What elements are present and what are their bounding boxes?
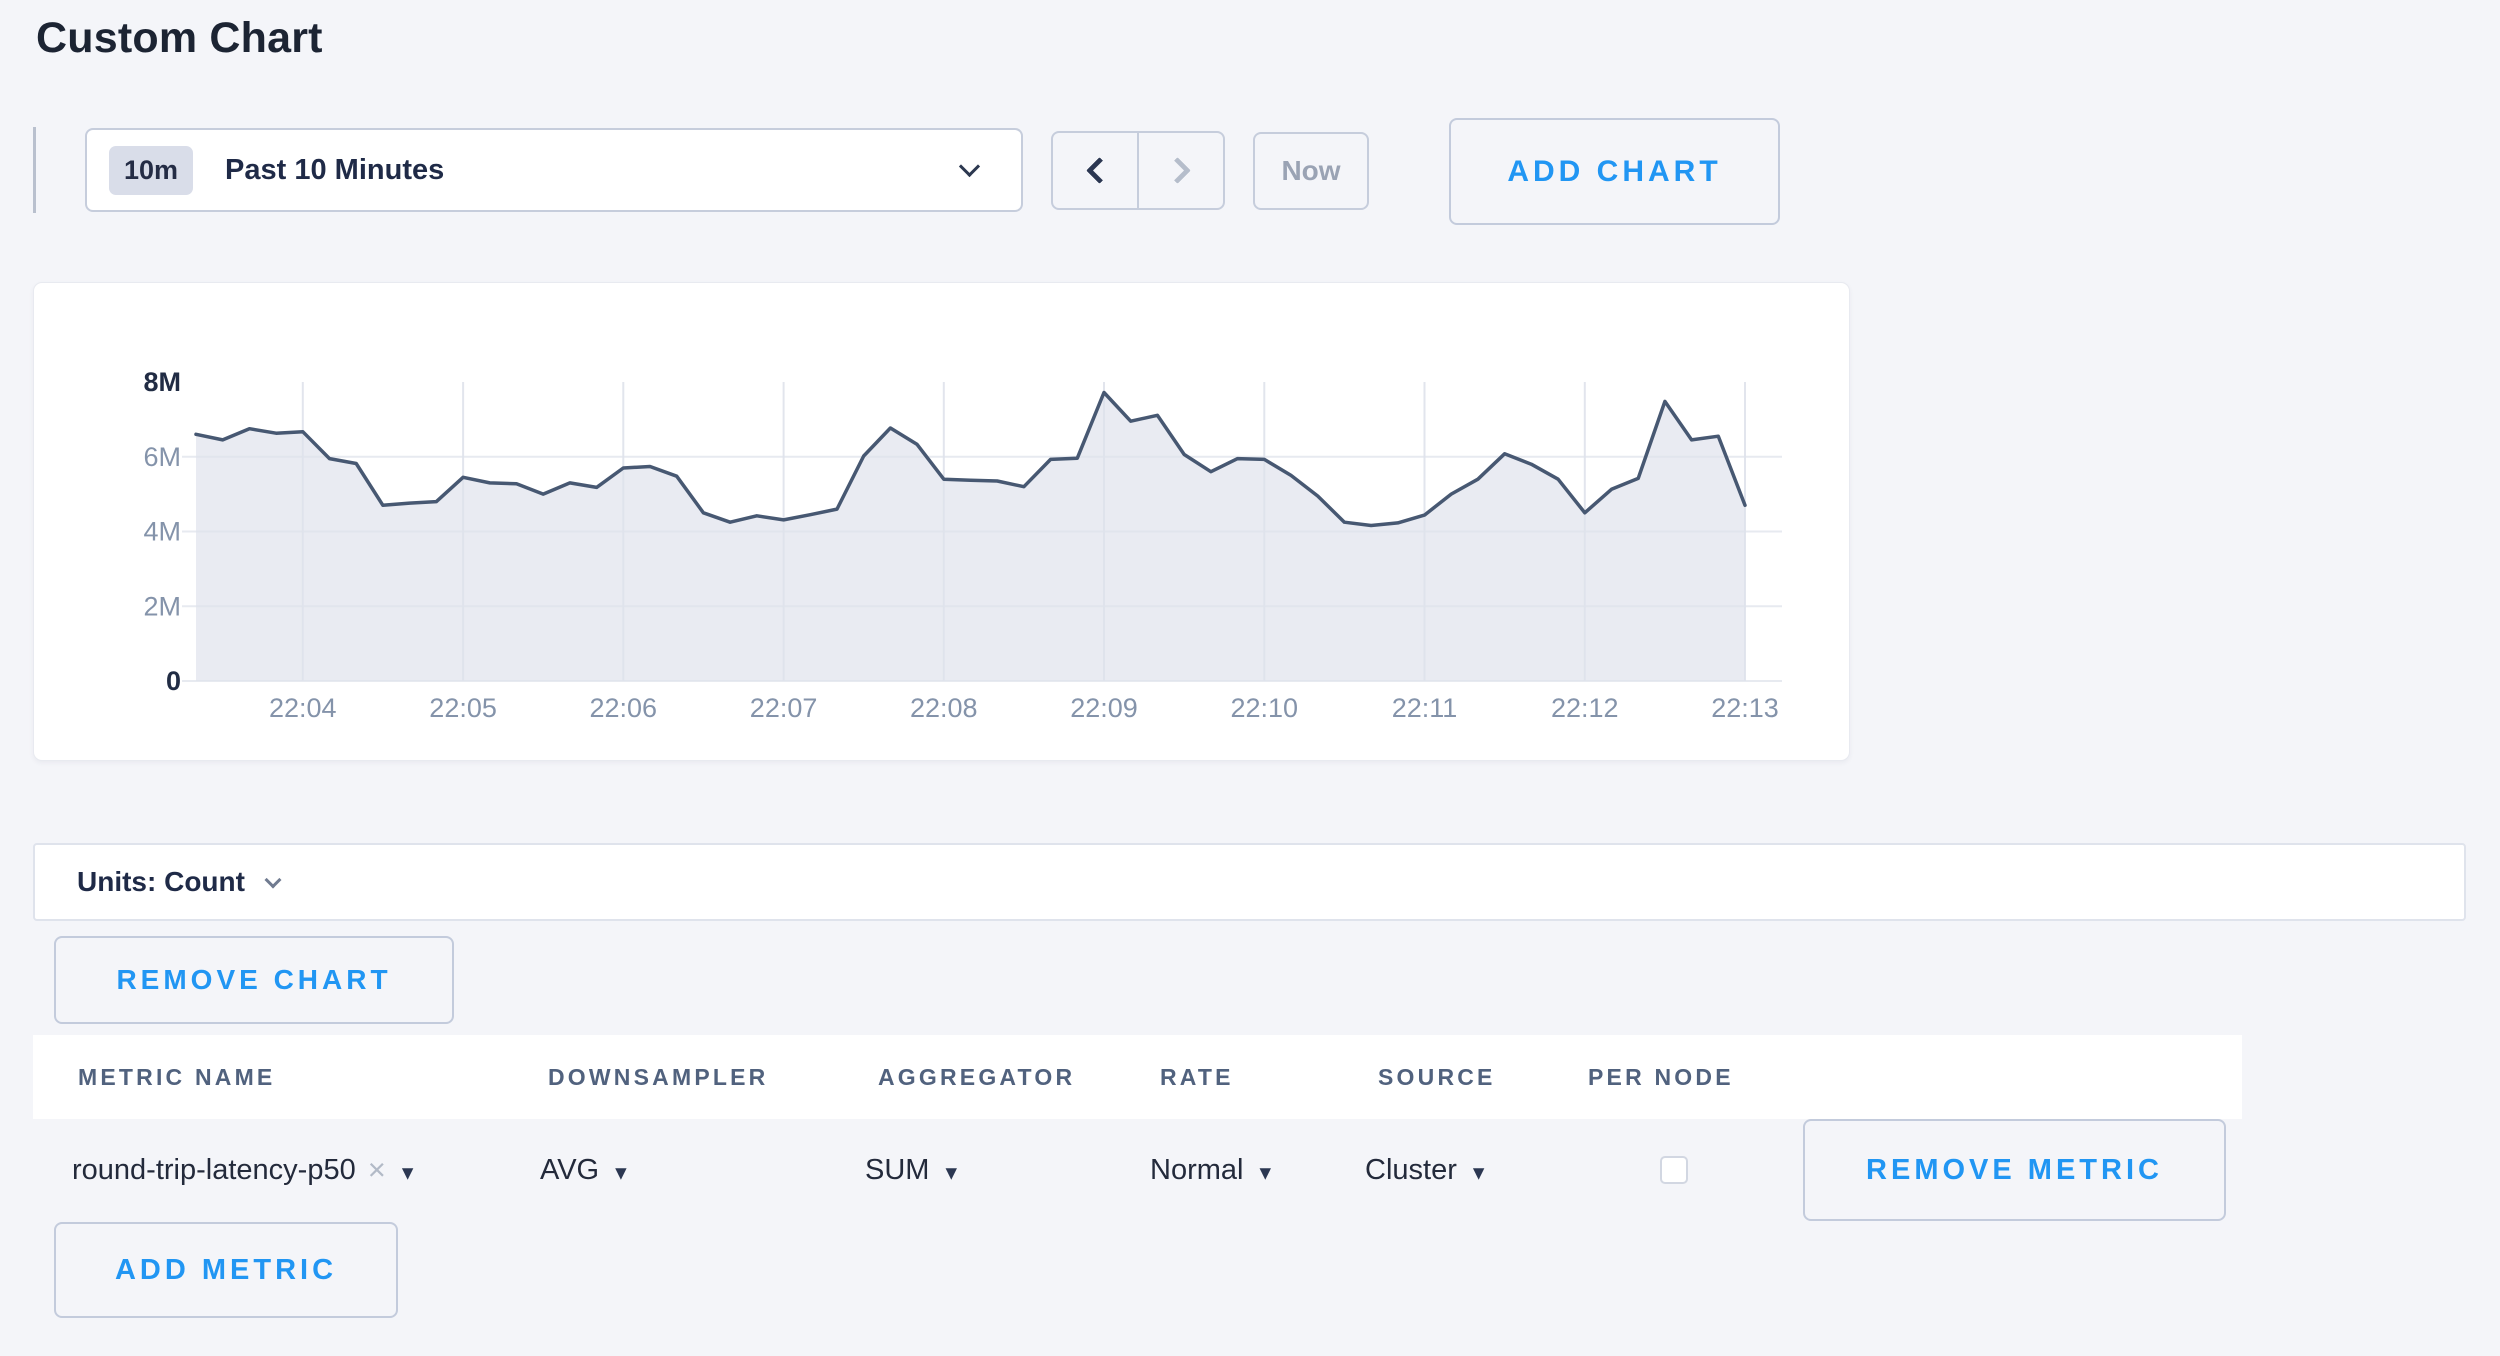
units-dropdown[interactable]: Units: Count (77, 866, 279, 898)
chevron-down-icon (264, 872, 281, 889)
per-node-checkbox[interactable] (1660, 1156, 1688, 1184)
metric-name-value: round-trip-latency-p50 (72, 1154, 356, 1187)
remove-metric-button[interactable]: REMOVE METRIC (1803, 1119, 2226, 1221)
x-axis-tick-label: 22:06 (590, 693, 658, 723)
units-bar: Units: Count (33, 843, 2466, 921)
custom-chart-page: Custom Chart 10m Past 10 Minutes Now ADD… (0, 0, 2500, 1356)
remove-chart-button[interactable]: REMOVE CHART (54, 936, 454, 1024)
x-axis-tick-label: 22:13 (1711, 693, 1779, 723)
source-value: Cluster (1365, 1154, 1457, 1187)
dropdown-arrow-icon: ▾ (1259, 1155, 1271, 1186)
time-nav-group (1051, 131, 1225, 210)
x-axis-tick-label: 22:12 (1551, 693, 1619, 723)
units-label: Units: Count (77, 866, 245, 898)
x-axis-tick-label: 22:07 (750, 693, 818, 723)
dropdown-arrow-icon: ▾ (402, 1155, 414, 1186)
clear-metric-icon[interactable]: × (368, 1152, 386, 1188)
x-axis-tick-label: 22:10 (1231, 693, 1299, 723)
y-axis-tick-label: 2M (143, 591, 181, 621)
chevron-left-icon (1086, 157, 1113, 184)
page-title: Custom Chart (36, 14, 323, 63)
y-axis-tick-label: 4M (143, 517, 181, 547)
downsampler-select[interactable]: AVG ▾ (540, 1118, 627, 1222)
aggregator-select[interactable]: SUM ▾ (865, 1118, 957, 1222)
x-axis-tick-label: 22:11 (1392, 693, 1458, 723)
column-header-per-node: PER NODE (1588, 1035, 1734, 1119)
time-range-label: Past 10 Minutes (225, 154, 444, 187)
time-range-badge: 10m (109, 146, 193, 195)
time-range-dropdown[interactable]: 10m Past 10 Minutes (85, 128, 1023, 212)
aggregator-value: SUM (865, 1154, 929, 1187)
y-axis-tick-label: 0 (166, 666, 181, 696)
x-axis-tick-label: 22:04 (269, 693, 337, 723)
metric-name-select[interactable]: round-trip-latency-p50 × ▾ (72, 1118, 413, 1222)
column-header-metric-name: METRIC NAME (78, 1035, 275, 1119)
column-header-source: SOURCE (1378, 1035, 1496, 1119)
add-chart-button[interactable]: ADD CHART (1449, 118, 1780, 225)
dropdown-arrow-icon: ▾ (615, 1155, 627, 1186)
chart-card: 22:04 22:05 22:06 22:07 22:08 22:09 22:10 22:11… (33, 282, 1850, 761)
chevron-right-icon (1164, 157, 1191, 184)
metric-row: round-trip-latency-p50 × ▾ AVG ▾ SUM ▾ N… (33, 1118, 2467, 1222)
y-axis-tick-label: 6M (143, 442, 181, 472)
x-axis-tick-label: 22:09 (1070, 693, 1138, 723)
dropdown-arrow-icon: ▾ (1473, 1155, 1485, 1186)
toolbar-separator (33, 127, 36, 213)
prev-time-button[interactable] (1053, 133, 1139, 208)
add-metric-button[interactable]: ADD METRIC (54, 1222, 398, 1318)
rate-select[interactable]: Normal ▾ (1150, 1118, 1271, 1222)
downsampler-value: AVG (540, 1154, 599, 1187)
now-button[interactable]: Now (1253, 132, 1369, 210)
series-area-fill (196, 393, 1745, 682)
column-header-downsampler: DOWNSAMPLER (548, 1035, 768, 1119)
x-axis-tick-label: 22:05 (429, 693, 497, 723)
x-axis-tick-label: 22:08 (910, 693, 978, 723)
column-header-rate: RATE (1160, 1035, 1234, 1119)
source-select[interactable]: Cluster ▾ (1365, 1118, 1484, 1222)
rate-value: Normal (1150, 1154, 1243, 1187)
y-axis-tick-label: 8M (143, 367, 181, 397)
dropdown-arrow-icon: ▾ (945, 1155, 957, 1186)
next-time-button[interactable] (1139, 133, 1223, 208)
chevron-down-icon (959, 155, 980, 176)
metrics-table-header: METRIC NAME DOWNSAMPLER AGGREGATOR RATE … (33, 1035, 2242, 1119)
column-header-aggregator: AGGREGATOR (878, 1035, 1075, 1119)
chart-area[interactable]: 22:04 22:05 22:06 22:07 22:08 22:09 22:10 22:11… (34, 283, 1849, 760)
